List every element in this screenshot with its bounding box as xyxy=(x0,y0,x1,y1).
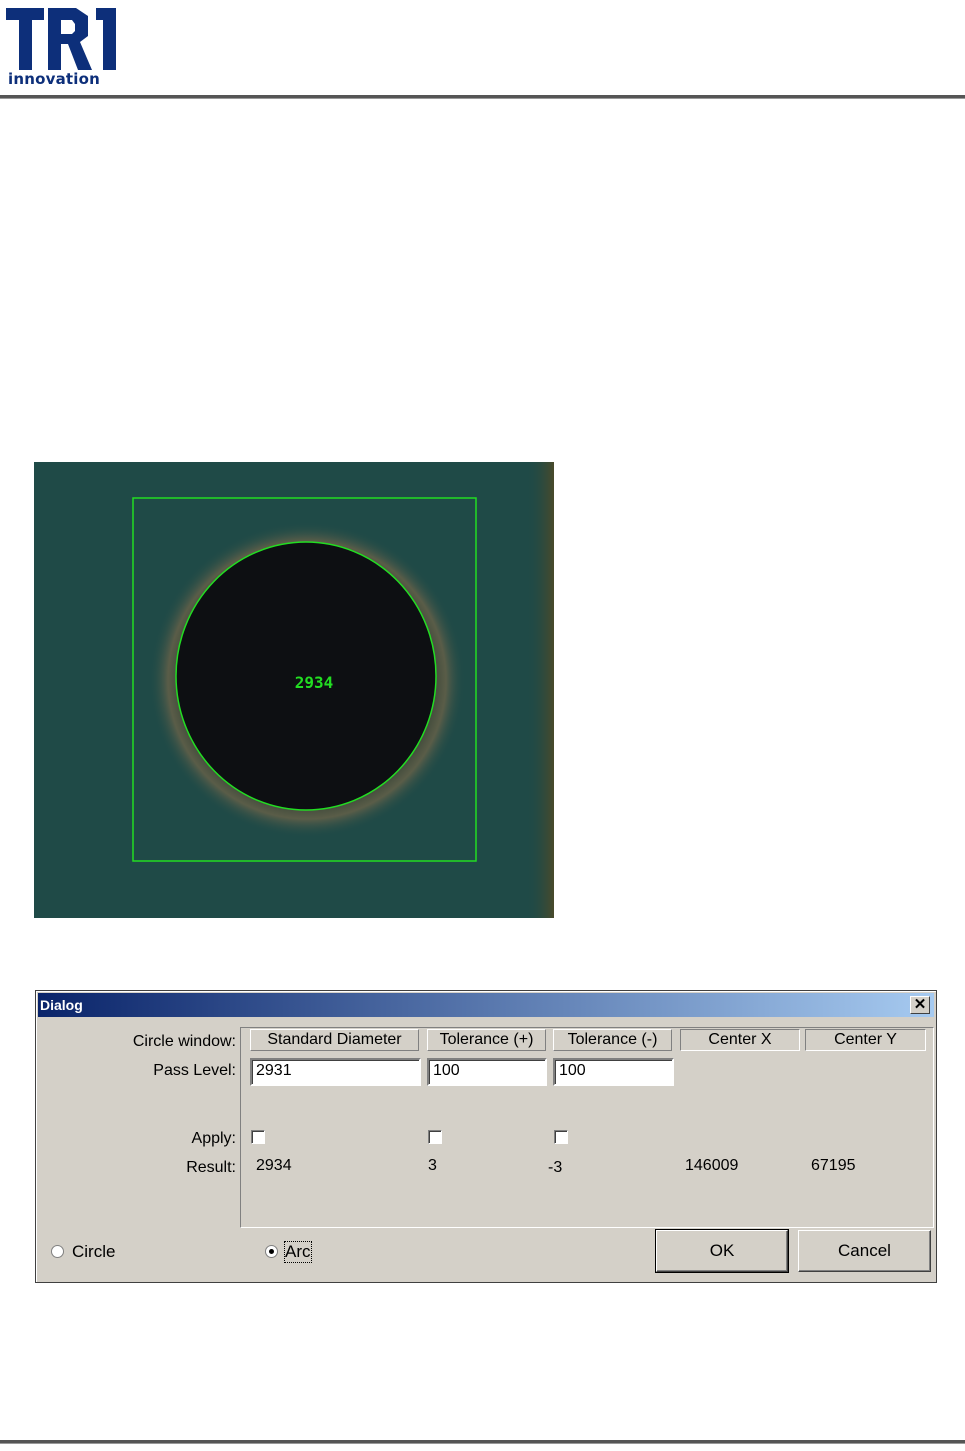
result-label: Result: xyxy=(186,1159,236,1176)
tolerance-minus-input[interactable]: 100 xyxy=(553,1058,674,1086)
close-icon: ✕ xyxy=(913,996,927,1013)
header-center-x: Center X xyxy=(680,1029,800,1051)
apply-label: Apply: xyxy=(191,1130,236,1147)
footer-rule-shadow xyxy=(0,1443,965,1444)
header-tolerance-plus[interactable]: Tolerance (+) xyxy=(427,1029,546,1051)
result-tolerance-plus: 3 xyxy=(428,1157,437,1174)
header-tolerance-minus[interactable]: Tolerance (-) xyxy=(553,1029,672,1051)
header-center-y: Center Y xyxy=(805,1029,926,1051)
header-standard-diameter[interactable]: Standard Diameter xyxy=(250,1029,419,1051)
apply-standard-diameter-checkbox[interactable] xyxy=(251,1130,265,1144)
inspection-image: 2934 xyxy=(34,462,554,918)
pass-level-label: Pass Level: xyxy=(153,1062,236,1079)
tolerance-plus-input[interactable]: 100 xyxy=(427,1058,547,1086)
result-center-x: 146009 xyxy=(685,1157,739,1174)
title-bar: Dialog ✕ xyxy=(38,993,934,1017)
standard-diameter-input[interactable]: 2931 xyxy=(250,1058,421,1086)
dialog-title: Dialog xyxy=(40,997,83,1013)
circle-mode-radio[interactable] xyxy=(51,1245,64,1258)
result-standard-diameter: 2934 xyxy=(256,1157,292,1174)
header-rule-shadow xyxy=(0,98,965,99)
cancel-button[interactable]: Cancel xyxy=(798,1230,931,1272)
result-center-y: 67195 xyxy=(811,1157,856,1174)
circle-window-label: Circle window: xyxy=(132,1033,236,1050)
ok-button[interactable]: OK xyxy=(655,1229,789,1273)
dialog-window: Dialog ✕ Circle window: Pass Level: Appl… xyxy=(35,990,937,1283)
board-edge xyxy=(526,462,554,918)
arc-mode-label[interactable]: Arc xyxy=(284,1241,312,1263)
logo-subtitle: innovation xyxy=(8,70,100,88)
apply-tolerance-plus-checkbox[interactable] xyxy=(428,1130,442,1144)
apply-tolerance-minus-checkbox[interactable] xyxy=(554,1130,568,1144)
arc-mode-radio[interactable] xyxy=(265,1245,278,1258)
circle-mode-label[interactable]: Circle xyxy=(72,1242,115,1262)
result-tolerance-minus: -3 xyxy=(548,1159,563,1176)
close-button[interactable]: ✕ xyxy=(910,996,930,1014)
measured-diameter-label: 2934 xyxy=(295,673,334,692)
